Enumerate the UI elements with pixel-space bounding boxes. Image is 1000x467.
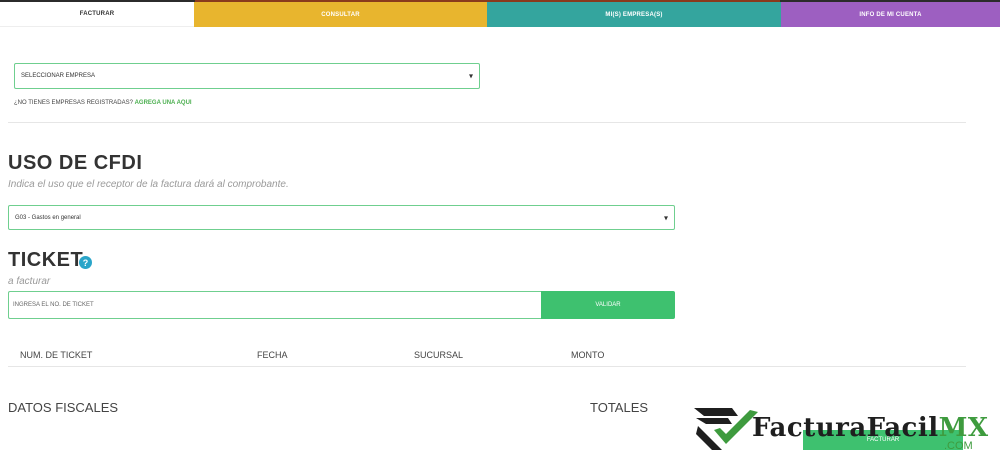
facturafacil-logo: FacturaFacilMX .COM — [692, 404, 992, 456]
uso-cfdi-select-value: G03 - Gastos en general — [15, 214, 81, 221]
divider — [8, 366, 966, 367]
question-circle-icon[interactable]: ? — [79, 256, 92, 269]
table-header-fecha: FECHA — [257, 350, 288, 360]
datos-fiscales-title: DATOS FISCALES — [8, 400, 119, 415]
uso-cfdi-title: USO DE CFDI — [8, 152, 143, 174]
tab-mis-empresas[interactable]: MI(S) EMPRESA(S) — [487, 2, 781, 27]
chevron-down-icon: ▾ — [468, 71, 473, 81]
ticket-subtitle: a facturar — [8, 276, 51, 287]
logo-text-mx: MX — [938, 413, 989, 443]
uso-cfdi-select[interactable]: G03 - Gastos en general ▾ — [8, 205, 675, 230]
ticket-input-placeholder: INGRESA EL NO. DE TICKET — [13, 302, 94, 308]
table-header-sucursal: SUCURSAL — [414, 350, 464, 360]
ticket-number-input[interactable]: INGRESA EL NO. DE TICKET — [8, 291, 542, 319]
empresa-select[interactable]: SELECCIONAR EMPRESA ▾ — [14, 63, 480, 89]
table-header-num-ticket: NUM. DE TICKET — [20, 350, 93, 360]
tab-consultar[interactable]: CONSULTAR — [194, 2, 487, 27]
ticket-title: TICKET — [8, 249, 84, 271]
agrega-empresa-link[interactable]: AGREGA UNA AQUI — [135, 100, 192, 106]
logo-text-main: FacturaFacil — [752, 413, 939, 443]
chevron-down-icon: ▾ — [663, 213, 668, 222]
tab-info-cuenta[interactable]: INFO DE MI CUENTA — [781, 2, 1000, 27]
logo-text: FacturaFacilMX — [752, 413, 989, 443]
logo-com: .COM — [944, 440, 973, 452]
empresa-select-value: SELECCIONAR EMPRESA — [21, 73, 96, 79]
table-header-monto: MONTO — [571, 350, 605, 360]
tab-facturar[interactable]: FACTURAR — [0, 2, 194, 27]
uso-cfdi-subtitle: Indica el uso que el receptor de la fact… — [8, 179, 289, 190]
no-empresas-notice: ¿NO TIENES EMPRESAS REGISTRADAS? AGREGA … — [14, 100, 192, 106]
main-tabs: FACTURAR CONSULTAR MI(S) EMPRESA(S) INFO… — [0, 2, 1000, 27]
divider — [8, 122, 966, 123]
no-empresas-text: ¿NO TIENES EMPRESAS REGISTRADAS? — [14, 100, 133, 106]
validar-button[interactable]: VALIDAR — [541, 291, 675, 319]
totales-title: TOTALES — [590, 400, 649, 415]
